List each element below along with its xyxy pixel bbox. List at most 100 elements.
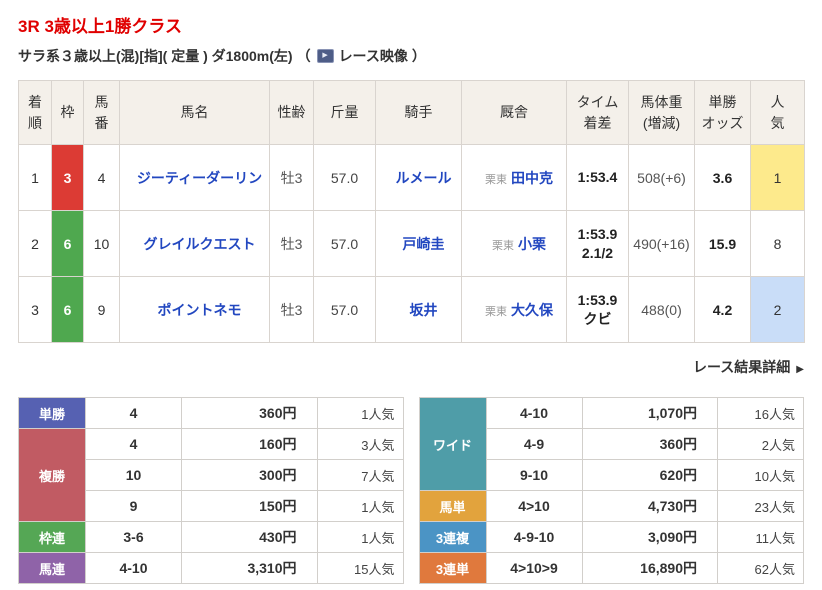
payout-popularity: 7人気 xyxy=(316,459,404,491)
jockey-link[interactable]: 戸崎圭 xyxy=(403,236,445,252)
col-time-margin: タイム 着差 xyxy=(566,80,629,145)
payout-amount: 160円 xyxy=(181,428,318,460)
payout-table-left: 単勝 4 360円 1人気 複勝 4 160円 3人気 10 300円 7人気 … xyxy=(18,397,404,584)
horse-name-cell: ジーティーダーリン xyxy=(119,144,270,211)
jockey-link[interactable]: ルメール xyxy=(396,170,452,186)
payout-amount: 3,090円 xyxy=(581,521,718,553)
col-stable: 厩舎 xyxy=(461,80,567,145)
payout-table-right: ワイド 4-10 1,070円 16人気 4-9 360円 2人気 9-10 6… xyxy=(418,397,804,584)
payout-popularity: 1人気 xyxy=(316,490,404,522)
paren-open: （ xyxy=(296,48,311,64)
col-sex-age: 性齢 xyxy=(269,80,314,145)
sex-age-cell: 牡3 xyxy=(269,276,314,343)
col-popularity: 人 気 xyxy=(750,80,805,145)
horse-name-link[interactable]: グレイルクエスト xyxy=(144,236,256,252)
jockey-link[interactable]: 坂井 xyxy=(410,302,438,318)
payout-popularity: 10人気 xyxy=(717,459,804,491)
payout-row: 馬連 4-10 3,310円 15人気 xyxy=(18,552,404,584)
col-horse-number: 馬 番 xyxy=(83,80,120,145)
sex-age-cell: 牡3 xyxy=(269,144,314,211)
time-margin-cell: 1:53.9 クビ xyxy=(566,276,629,343)
payout-combination: 4-10 xyxy=(485,397,583,429)
payout-combination: 4-9 xyxy=(485,428,583,460)
carried-weight-cell: 57.0 xyxy=(313,210,376,277)
stable-area-label: 栗東 xyxy=(485,305,507,318)
body-weight-cell: 488(0) xyxy=(628,276,695,343)
horse-name-link[interactable]: ジーティーダーリン xyxy=(137,170,262,186)
col-rank: 着 順 xyxy=(18,80,52,145)
paren-close: ） xyxy=(411,48,426,64)
payout-combination: 4-9-10 xyxy=(485,521,583,553)
stable-cell: 栗東 大久保 xyxy=(461,276,567,343)
payout-combination: 4>10 xyxy=(485,490,583,522)
payout-section: 単勝 4 360円 1人気 複勝 4 160円 3人気 10 300円 7人気 … xyxy=(18,397,804,584)
jockey-cell: 坂井 xyxy=(375,276,462,343)
race-video-link[interactable]: ▶ レース映像 xyxy=(315,46,408,66)
payout-popularity: 3人気 xyxy=(316,428,404,460)
popularity-cell: 2 xyxy=(750,276,805,343)
payout-popularity: 23人気 xyxy=(717,490,804,522)
body-weight-cell: 508(+6) xyxy=(628,144,695,211)
payout-popularity: 62人気 xyxy=(717,552,804,584)
payout-amount: 4,730円 xyxy=(581,490,718,522)
payout-type-wide: ワイド xyxy=(418,397,487,491)
payout-type-exacta: 馬単 xyxy=(418,490,487,522)
horse-name-link[interactable]: ポイントネモ xyxy=(158,302,242,318)
trainer-link[interactable]: 大久保 xyxy=(511,302,553,318)
race-conditions: サラ系３歳以上(混)[指]( 定量 ) ダ1800m(左) （ ▶ レース映像 … xyxy=(18,46,804,66)
payout-row: 馬単 4>10 4,730円 23人気 xyxy=(418,490,804,522)
payout-amount: 16,890円 xyxy=(581,552,718,584)
payout-combination: 9 xyxy=(85,490,182,522)
time-margin-cell: 1:53.4 xyxy=(566,144,629,211)
payout-type-trio: 3連複 xyxy=(418,521,487,553)
jockey-cell: 戸崎圭 xyxy=(375,210,462,277)
race-result-details-link[interactable]: レース結果詳細 ▶ xyxy=(693,359,804,375)
waku-cell: 3 xyxy=(51,144,84,211)
payout-combination: 10 xyxy=(85,459,182,491)
rank-cell: 2 xyxy=(18,210,52,277)
sex-age-cell: 牡3 xyxy=(269,210,314,277)
payout-combination: 4-10 xyxy=(85,552,182,584)
payout-combination: 4 xyxy=(85,397,182,429)
horse-number-cell: 9 xyxy=(83,276,120,343)
trainer-link[interactable]: 小栗 xyxy=(518,236,546,252)
payout-popularity: 1人気 xyxy=(316,397,404,429)
payout-amount: 360円 xyxy=(181,397,318,429)
payout-amount: 360円 xyxy=(581,428,718,460)
win-odds-cell: 3.6 xyxy=(694,144,751,211)
table-row: 2 6 10 グレイルクエスト 牡3 57.0 戸崎圭 栗東 小栗 1:53.9 2… xyxy=(18,210,805,277)
details-link-row: レース結果詳細 ▶ xyxy=(18,357,804,377)
body-weight-cell: 490(+16) xyxy=(628,210,695,277)
horse-number-cell: 4 xyxy=(83,144,120,211)
horse-number-cell: 10 xyxy=(83,210,120,277)
video-icon: ▶ xyxy=(316,49,334,63)
payout-row: 3連複 4-9-10 3,090円 11人気 xyxy=(418,521,804,553)
payout-combination: 9-10 xyxy=(485,459,583,491)
stable-cell: 栗東 小栗 xyxy=(461,210,567,277)
table-row: 3 6 9 ポイントネモ 牡3 57.0 坂井 栗東 大久保 1:53.9 クビ 4… xyxy=(18,276,805,343)
payout-popularity: 2人気 xyxy=(717,428,804,460)
race-results-table: 着 順 枠 馬 番 馬名 性齢 斤量 騎手 厩舎 タイム 着差 馬体重 (増減)… xyxy=(18,80,805,343)
stable-area-label: 栗東 xyxy=(485,173,507,186)
col-waku: 枠 xyxy=(51,80,84,145)
table-row: 1 3 4 ジーティーダーリン 牡3 57.0 ルメール 栗東 田中克 1:53.… xyxy=(18,144,805,211)
col-body-weight: 馬体重 (増減) xyxy=(628,80,695,145)
horse-name-cell: グレイルクエスト xyxy=(119,210,270,277)
stable-cell: 栗東 田中克 xyxy=(461,144,567,211)
time-margin-cell: 1:53.9 2.1/2 xyxy=(566,210,629,277)
rank-cell: 3 xyxy=(18,276,52,343)
results-header-row: 着 順 枠 馬 番 馬名 性齢 斤量 騎手 厩舎 タイム 着差 馬体重 (増減)… xyxy=(18,80,805,145)
payout-type-bracket-quinella: 枠連 xyxy=(18,521,86,553)
race-conditions-text: サラ系３歳以上(混)[指]( 定量 ) ダ1800m(左) xyxy=(18,48,293,64)
payout-row: 枠連 3-6 430円 1人気 xyxy=(18,521,404,553)
payout-popularity: 16人気 xyxy=(717,397,804,429)
payout-row: 3連単 4>10>9 16,890円 62人気 xyxy=(418,552,804,584)
carried-weight-cell: 57.0 xyxy=(313,144,376,211)
col-carried-weight: 斤量 xyxy=(313,80,376,145)
trainer-link[interactable]: 田中克 xyxy=(511,170,553,186)
payout-type-quinella: 馬連 xyxy=(18,552,86,584)
col-jockey: 騎手 xyxy=(375,80,462,145)
col-horse-name: 馬名 xyxy=(119,80,270,145)
waku-cell: 6 xyxy=(51,210,84,277)
carried-weight-cell: 57.0 xyxy=(313,276,376,343)
